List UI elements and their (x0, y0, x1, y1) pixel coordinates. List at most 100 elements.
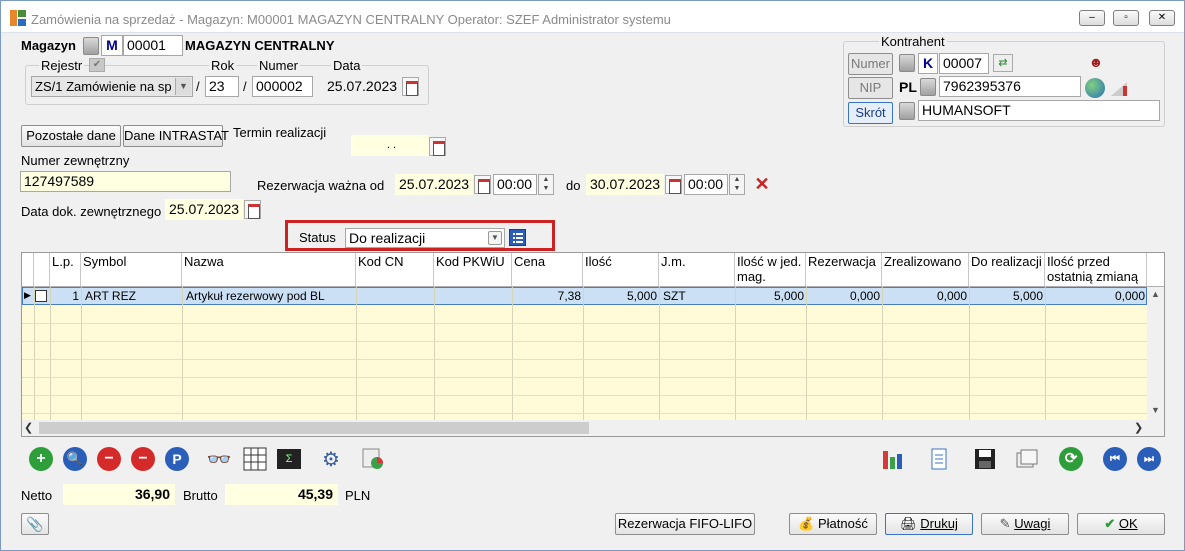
magazyn-code-field[interactable]: 00001 (123, 35, 183, 56)
nip-button[interactable]: NIP (848, 77, 893, 99)
termin-calendar-icon[interactable] (429, 137, 446, 156)
rejestr-select[interactable]: ZS/1 Zamówienie na sp ▼ (31, 76, 193, 97)
header-ilosc[interactable]: Ilość (583, 253, 659, 287)
numer-zewnetrzny-field[interactable]: 127497589 (20, 171, 231, 192)
data-dok-field[interactable]: 25.07.2023 (165, 199, 243, 220)
header-lp[interactable]: L.p. (50, 253, 81, 287)
delete-icon[interactable]: − (95, 445, 123, 473)
header-rezerwacja[interactable]: Rezerwacja (806, 253, 882, 287)
preview-icon[interactable]: 🔍 (61, 445, 89, 473)
grid-line (22, 413, 1147, 414)
dane-intrastat-button[interactable]: Dane INTRASTAT (123, 125, 229, 147)
document-icon[interactable] (925, 445, 953, 473)
rezerwacja-do-time[interactable]: 00:00 (684, 174, 728, 195)
header-ilosc-przed[interactable]: Ilość przed ostatnią zmianą (1045, 253, 1147, 287)
data-field[interactable]: 25.07.2023 (323, 76, 401, 97)
rezerwacja-do-calendar-icon[interactable] (665, 175, 682, 194)
p-icon[interactable]: P (163, 445, 191, 473)
platnosc-button[interactable]: 💰 Płatność (789, 513, 877, 535)
data-dok-label: Data dok. zewnętrznego (21, 204, 162, 219)
skrot-field[interactable]: HUMANSOFT (918, 100, 1160, 121)
header-kod-cn[interactable]: Kod CN (356, 253, 434, 287)
rezerwacja-od-time[interactable]: 00:00 (493, 174, 537, 195)
check-icon: ✔ (1104, 516, 1116, 531)
header-do-realizacji[interactable]: Do realizacji (969, 253, 1045, 287)
pie-report-icon[interactable] (359, 445, 387, 473)
nip-lookup-icon[interactable] (920, 78, 936, 96)
scroll-up-icon[interactable]: ▲ (1151, 289, 1160, 299)
previous-icon[interactable]: ⏮ (1101, 445, 1129, 473)
gears-icon[interactable]: ⚙ (317, 445, 345, 473)
rejestr-check-icon: ✔ (89, 58, 105, 72)
refresh-icon[interactable]: ⟳ (1057, 445, 1085, 473)
pozostale-dane-button[interactable]: Pozostałe dane (21, 125, 121, 147)
horizontal-scrollbar[interactable]: ❮ ❯ (22, 420, 1164, 436)
ok-button[interactable]: ✔ OK (1077, 513, 1165, 535)
uwagi-button[interactable]: ✎ Uwagi (981, 513, 1069, 535)
rezerwacja-od-date[interactable]: 25.07.2023 (395, 174, 473, 195)
drukuj-button[interactable]: 🖨 Drukuj (885, 513, 973, 535)
clear-rezerwacja-icon[interactable]: ✕ (753, 175, 771, 193)
nip-field[interactable]: 7962395376 (939, 76, 1081, 97)
chart-icon[interactable] (1109, 78, 1129, 98)
chevron-down-icon[interactable]: ▼ (488, 231, 502, 245)
header-nazwa[interactable]: Nazwa (182, 253, 356, 287)
attachment-button[interactable]: 📎 (21, 513, 49, 535)
skrot-lookup-icon[interactable] (899, 102, 915, 120)
header-jm[interactable]: J.m. (659, 253, 735, 287)
skrot-button[interactable]: Skrót (848, 102, 893, 124)
status-select[interactable]: Do realizacji ▼ (345, 228, 505, 248)
rezerwacja-do-date[interactable]: 30.07.2023 (586, 174, 664, 195)
data-calendar-icon[interactable] (402, 77, 419, 96)
scroll-down-icon[interactable]: ▼ (1151, 405, 1160, 415)
windows-icon[interactable] (1013, 445, 1041, 473)
chevron-down-icon[interactable]: ▼ (175, 78, 191, 95)
rezerwacja-od-calendar-icon[interactable] (474, 175, 491, 194)
numer-field[interactable]: 000002 (252, 76, 313, 97)
next-icon[interactable]: ⏭ (1135, 445, 1163, 473)
vertical-scrollbar[interactable]: ▲ ▼ (1147, 287, 1164, 420)
row-checkbox[interactable] (35, 290, 47, 302)
od-time-spinner[interactable]: ▲ ▼ (538, 174, 554, 195)
save-icon[interactable] (971, 445, 999, 473)
binoculars-icon[interactable]: 👓 (205, 445, 233, 473)
header-ilosc-mag[interactable]: Ilość w jed. mag. (735, 253, 806, 287)
uwagi-label: Uwagi (1014, 516, 1051, 531)
sum-icon[interactable]: Σ (275, 445, 303, 473)
rok-field[interactable]: 23 (205, 76, 239, 97)
numer-button[interactable]: Numer (848, 53, 893, 75)
minimize-button[interactable]: – (1079, 10, 1105, 26)
header-kod-pkwiu[interactable]: Kod PKWiU (434, 253, 512, 287)
brutto-value: 45,39 (225, 484, 338, 505)
rezerwacja-fifo-lifo-button[interactable]: Rezerwacja FIFO-LIFO (615, 513, 755, 535)
rejestr-label: Rejestr (39, 58, 85, 73)
grid-table-icon[interactable] (241, 445, 269, 473)
globe-icon[interactable] (1085, 78, 1105, 98)
handshake-icon[interactable]: ⇄ (993, 54, 1013, 72)
bar-chart-icon[interactable] (879, 445, 907, 473)
add-icon[interactable]: + (27, 445, 55, 473)
maximize-button[interactable]: ▫ (1113, 10, 1139, 26)
header-symbol[interactable]: Symbol (81, 253, 182, 287)
scroll-thumb[interactable] (39, 422, 589, 434)
do-time-spinner[interactable]: ▲ ▼ (729, 174, 745, 195)
window-title: Zamówienia na sprzedaż - Magazyn: M00001… (31, 12, 671, 27)
scroll-left-icon[interactable]: ❮ (24, 421, 33, 434)
kontrahent-numer-field[interactable]: 00007 (939, 53, 989, 74)
status-list-icon[interactable] (509, 229, 526, 246)
grid-line (1045, 287, 1046, 420)
scroll-right-icon[interactable]: ❯ (1134, 421, 1143, 434)
table-row[interactable]: ▶ 1 ART REZ Artykuł rezerwowy pod BL 7,3… (22, 287, 1147, 305)
items-table[interactable]: L.p. Symbol Nazwa Kod CN Kod PKWiU Cena … (21, 252, 1165, 437)
header-cena[interactable]: Cena (512, 253, 583, 287)
header-checkbox (34, 253, 50, 287)
person-icon[interactable]: ☻ (1087, 53, 1105, 71)
data-dok-calendar-icon[interactable] (244, 200, 261, 219)
header-zrealizowano[interactable]: Zrealizowano (882, 253, 969, 287)
termin-field[interactable]: . . (351, 135, 429, 156)
close-button[interactable]: ✕ (1149, 10, 1175, 26)
delete-checked-icon[interactable]: − (129, 445, 157, 473)
magazyn-lookup-icon[interactable] (83, 37, 99, 55)
grid-line (583, 287, 584, 420)
kontrahent-lookup-icon[interactable] (899, 54, 915, 72)
